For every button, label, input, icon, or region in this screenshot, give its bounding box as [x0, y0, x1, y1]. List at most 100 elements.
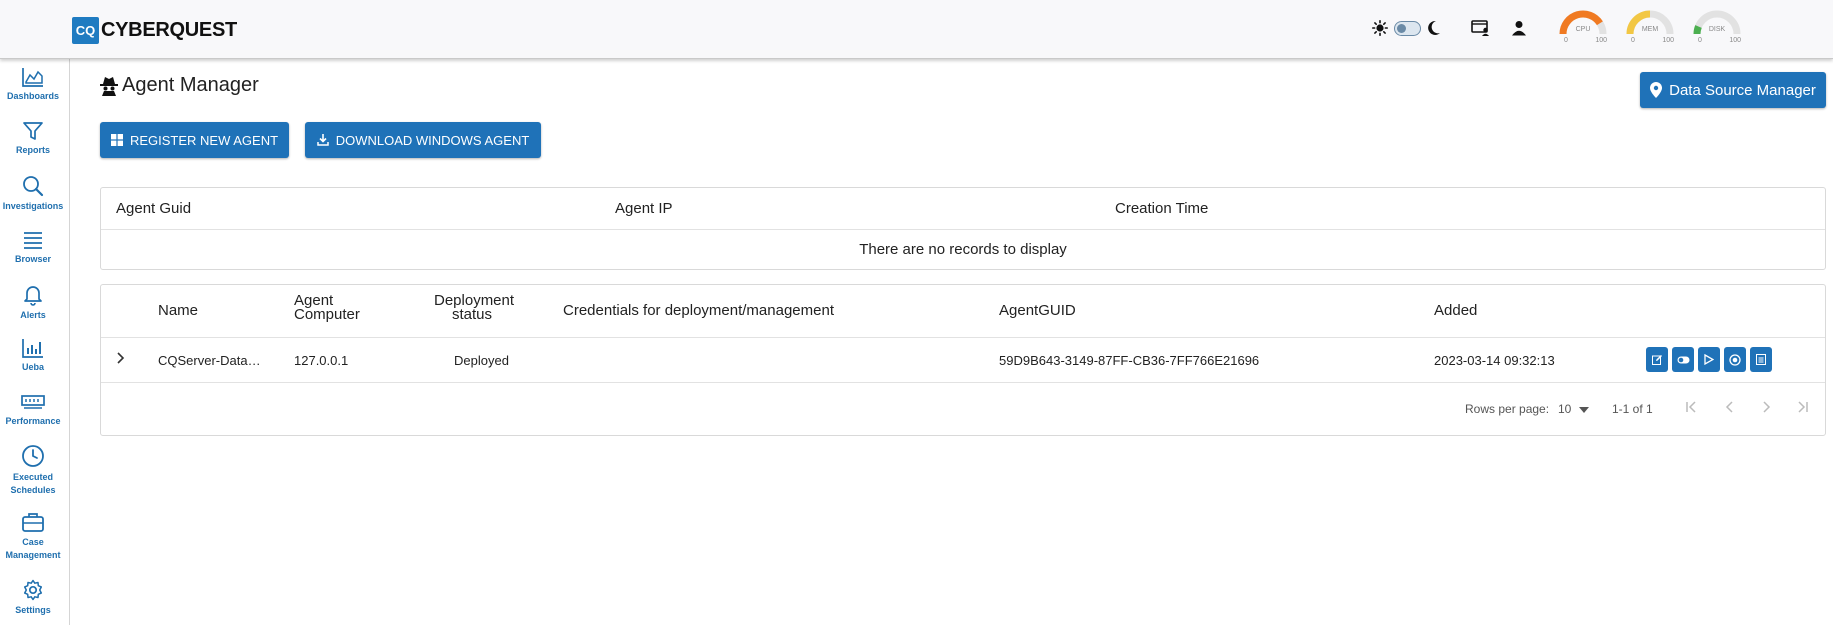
- logo-badge: CQ: [72, 17, 99, 44]
- sidebar-item-ueba[interactable]: Ueba: [0, 338, 66, 374]
- sidebar-item-case-management[interactable]: Case Management: [0, 511, 66, 562]
- sidebar-item-dashboards[interactable]: Dashboards: [0, 67, 66, 103]
- column-header-name[interactable]: Name: [158, 303, 198, 318]
- sidebar-item-label: Investigations: [2, 201, 64, 211]
- user-icon[interactable]: [1511, 16, 1527, 40]
- download-windows-agent-button[interactable]: DOWNLOAD WINDOWS AGENT: [305, 122, 541, 158]
- data-source-manager-button[interactable]: Data Source Manager: [1640, 72, 1826, 108]
- spy-icon: [100, 76, 118, 96]
- column-header-agent-guid[interactable]: Agent Guid: [116, 200, 191, 217]
- start-agent-button[interactable]: [1698, 347, 1720, 372]
- sidebar: Dashboards Reports Investigations Browse…: [0, 59, 70, 625]
- theme-toggle[interactable]: [1394, 20, 1421, 36]
- column-header-creation-time[interactable]: Creation Time: [1115, 200, 1208, 217]
- mem-gauge-min: 0: [1631, 37, 1635, 44]
- stop-agent-button[interactable]: [1724, 347, 1746, 372]
- rows-per-page-label: Rows per page:: [1465, 402, 1550, 416]
- mem-gauge: MEM 0 100: [1626, 10, 1674, 46]
- sidebar-item-label: Reports: [15, 145, 50, 155]
- first-page-button[interactable]: [1685, 400, 1699, 417]
- sidebar-item-settings[interactable]: Settings: [0, 579, 66, 617]
- sidebar-item-executed-schedules[interactable]: Executed Schedules: [0, 444, 66, 497]
- chevron-right-icon: [1763, 401, 1771, 413]
- cpu-gauge-label: CPU: [1575, 26, 1591, 33]
- agents-table: Name Agent Computer Deployment status Cr…: [100, 284, 1826, 436]
- cell-agent-computer: 127.0.0.1: [294, 353, 349, 368]
- sidebar-item-label: Case Management: [5, 537, 61, 560]
- table-header: Name Agent Computer Deployment status Cr…: [101, 285, 1825, 338]
- pagination-range: 1-1 of 1: [1612, 402, 1653, 416]
- cell-agent-guid: 59D9B643-3149-87FF-CB36-7FF766E21696: [999, 353, 1260, 368]
- page-title: Agent Manager: [100, 74, 259, 97]
- column-header-agent-guid[interactable]: AgentGUID: [999, 303, 1076, 318]
- caret-down-icon: [1578, 407, 1589, 413]
- sidebar-item-performance[interactable]: Performance: [0, 392, 66, 428]
- cpu-gauge-min: 0: [1564, 37, 1568, 44]
- disk-gauge-min: 0: [1698, 37, 1702, 44]
- download-windows-agent-label: DOWNLOAD WINDOWS AGENT: [335, 132, 530, 148]
- mem-gauge-max: 100: [1662, 37, 1674, 44]
- bar-chart-icon: [22, 339, 43, 358]
- sidebar-item-browser[interactable]: Browser: [0, 230, 66, 266]
- data-source-manager-label: Data Source Manager: [1669, 81, 1816, 99]
- list-box-icon: [1756, 354, 1766, 365]
- logo-text: CYBERQUEST: [101, 19, 237, 41]
- disk-gauge: DISK 0 100: [1693, 10, 1741, 46]
- previous-page-button[interactable]: [1723, 400, 1737, 417]
- top-bar: CQ CYBERQUEST CPU 0 100 MEM 0 100 DISK 0…: [0, 0, 1833, 59]
- cell-name: CQServer-Data…: [158, 353, 261, 368]
- last-page-icon: [1798, 401, 1808, 413]
- cpu-gauge: CPU 0 100: [1559, 10, 1607, 46]
- play-icon: [1704, 354, 1714, 365]
- mem-gauge-label: MEM: [1641, 26, 1659, 33]
- rows-per-page-select[interactable]: 10: [1558, 402, 1589, 416]
- agent-details-button[interactable]: [1750, 347, 1772, 372]
- list-icon: [24, 232, 42, 249]
- search-icon: [23, 176, 44, 197]
- edit-button[interactable]: [1646, 347, 1668, 372]
- gear-icon: [23, 579, 43, 601]
- toggle-agent-button[interactable]: [1672, 347, 1694, 372]
- empty-state-text: There are no records to display: [859, 241, 1067, 258]
- download-icon: [316, 134, 329, 146]
- sidebar-item-alerts[interactable]: Alerts: [0, 284, 66, 322]
- clock-icon: [22, 445, 44, 467]
- column-header-agent-ip[interactable]: Agent IP: [615, 200, 673, 217]
- sidebar-item-label: Browser: [14, 254, 51, 264]
- sidebar-item-label: Alerts: [20, 310, 46, 320]
- last-page-button[interactable]: [1795, 400, 1809, 417]
- cell-deployment-status: Deployed: [454, 353, 509, 368]
- sidebar-item-label: Dashboards: [6, 91, 59, 101]
- toggle-icon: [1677, 356, 1689, 363]
- column-header-agent-computer-line2[interactable]: Computer: [294, 307, 360, 322]
- chevron-left-icon: [1725, 401, 1733, 413]
- register-new-agent-label: REGISTER NEW AGENT: [129, 132, 279, 148]
- disk-gauge-max: 100: [1729, 37, 1741, 44]
- toggle-knob: [1397, 23, 1406, 33]
- next-page-button[interactable]: [1759, 400, 1773, 417]
- windows-icon: [110, 134, 123, 146]
- cell-added: 2023-03-14 09:32:13: [1434, 353, 1555, 368]
- monitor-user-icon[interactable]: [1471, 16, 1491, 40]
- sidebar-item-label: Performance: [5, 416, 61, 426]
- table-row[interactable]: CQServer-Data… 127.0.0.1 Deployed 59D9B6…: [101, 338, 1825, 383]
- edit-icon: [1651, 355, 1662, 365]
- sidebar-item-investigations[interactable]: Investigations: [0, 175, 66, 213]
- column-header-added[interactable]: Added: [1434, 303, 1477, 318]
- register-new-agent-button[interactable]: REGISTER NEW AGENT: [100, 122, 289, 158]
- column-header-deployment-line2[interactable]: status: [452, 307, 492, 322]
- disk-gauge-label: DISK: [1708, 26, 1726, 33]
- expand-row-icon[interactable]: [116, 351, 126, 368]
- agent-registrations-table: Agent Guid Agent IP Creation Time There …: [100, 187, 1826, 270]
- sidebar-item-label: Settings: [15, 605, 51, 615]
- bell-icon: [24, 286, 42, 306]
- app-logo[interactable]: CQ CYBERQUEST: [72, 17, 237, 44]
- table-header: Agent Guid Agent IP Creation Time: [101, 188, 1825, 230]
- column-header-credentials[interactable]: Credentials for deployment/management: [563, 303, 834, 318]
- map-pin-icon: [1650, 82, 1663, 98]
- sidebar-item-reports[interactable]: Reports: [0, 121, 66, 157]
- first-page-icon: [1686, 401, 1696, 413]
- moon-icon: [1427, 16, 1441, 40]
- briefcase-icon: [22, 513, 44, 532]
- table-pagination: Rows per page: 10 1-1 of 1: [101, 383, 1825, 435]
